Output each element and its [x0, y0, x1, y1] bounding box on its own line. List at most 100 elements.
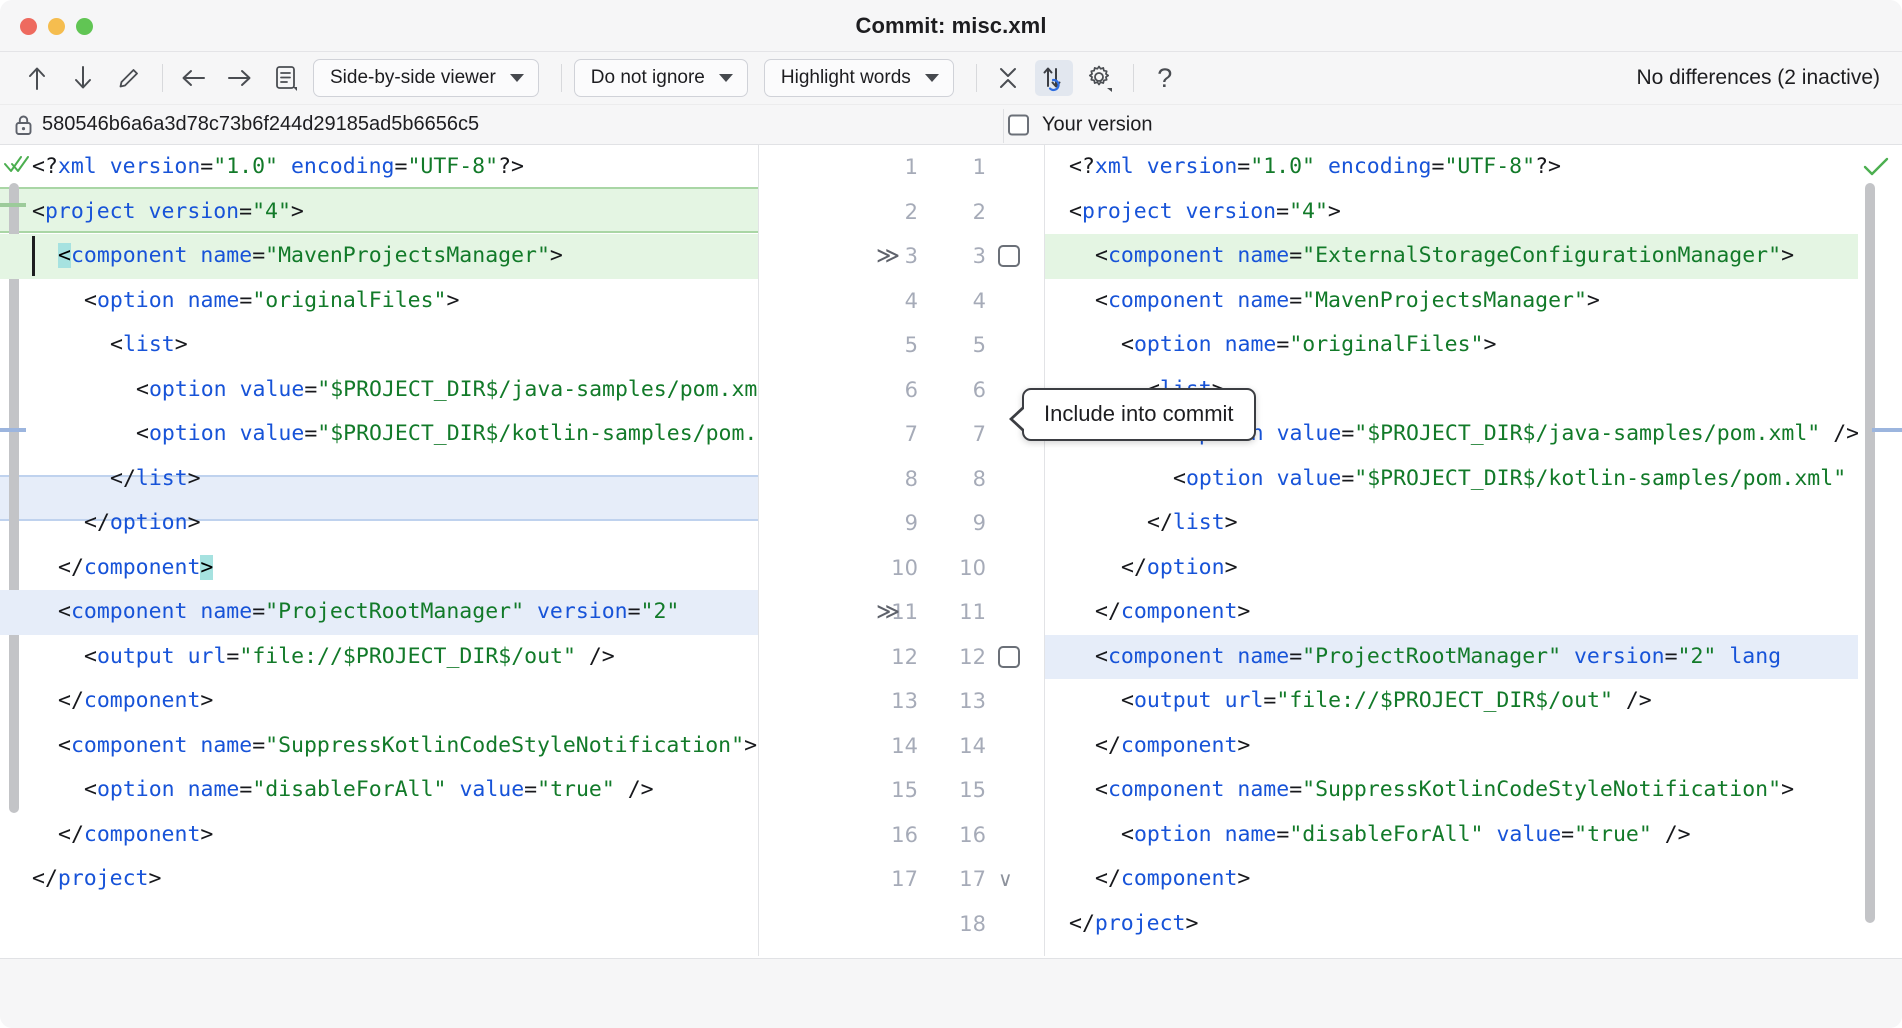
- edit-icon[interactable]: [110, 60, 148, 96]
- code-line[interactable]: </list>: [1045, 501, 1858, 546]
- gear-icon[interactable]: [1081, 60, 1119, 96]
- code-line[interactable]: </list>: [0, 457, 758, 502]
- code-line[interactable]: <option value="$PROJECT_DIR$/kotlin-samp…: [1045, 457, 1858, 502]
- minimize-button-icon[interactable]: [48, 18, 65, 35]
- left-code-pane[interactable]: <?xml version="1.0" encoding="UTF-8"?><p…: [0, 145, 758, 956]
- code-token: =: [1289, 644, 1302, 669]
- code-token: >: [200, 688, 213, 713]
- collapse-chevron-icon[interactable]: ∨: [998, 857, 1013, 902]
- viewer-mode-dropdown[interactable]: Side-by-side viewer: [313, 59, 539, 97]
- collapse-unchanged-icon[interactable]: [989, 60, 1027, 96]
- code-token: [187, 243, 200, 268]
- code-line[interactable]: <project version="4">: [0, 190, 758, 235]
- code-line[interactable]: <output url="file://$PROJECT_DIR$/out" /…: [0, 635, 758, 680]
- gutter-row: 44: [758, 279, 1045, 324]
- code-token: value: [1277, 421, 1342, 446]
- synchronize-scrolling-icon[interactable]: [1035, 60, 1073, 96]
- apply-change-chevron-icon[interactable]: ≫: [876, 234, 900, 279]
- code-token: [1134, 154, 1147, 179]
- code-line[interactable]: <component name="ExternalStorageConfigur…: [1045, 234, 1858, 279]
- highlight-mode-dropdown[interactable]: Highlight words: [764, 59, 954, 97]
- code-token: />: [1846, 466, 1858, 491]
- code-line[interactable]: <component name="MavenProjectsManager">: [0, 234, 758, 279]
- code-token: >: [188, 466, 201, 491]
- code-line[interactable]: <option name="disableForAll" value="true…: [1045, 813, 1858, 858]
- code-line[interactable]: <list>: [0, 323, 758, 368]
- left-line-number: 13: [758, 679, 918, 724]
- code-token: "true": [537, 777, 615, 802]
- ignore-whitespace-label: Do not ignore: [591, 67, 705, 89]
- code-line[interactable]: <component name="MavenProjectsManager">: [1045, 279, 1858, 324]
- include-into-commit-checkbox[interactable]: [998, 245, 1020, 267]
- gutter-row: 1717∨: [758, 857, 1045, 902]
- your-version-checkbox[interactable]: [1008, 114, 1029, 135]
- include-into-commit-checkbox[interactable]: [998, 646, 1020, 668]
- code-line[interactable]: <option value="$PROJECT_DIR$/java-sample…: [0, 368, 758, 413]
- code-token: component: [1108, 644, 1225, 669]
- code-line[interactable]: </component>: [0, 679, 758, 724]
- code-line[interactable]: <component name="ProjectRootManager" ver…: [1045, 635, 1858, 680]
- code-line[interactable]: </component>: [0, 813, 758, 858]
- code-token: [175, 644, 188, 669]
- code-line[interactable]: </project>: [0, 857, 758, 902]
- right-code-pane[interactable]: <?xml version="1.0" encoding="UTF-8"?><p…: [1045, 145, 1858, 956]
- code-token: name: [1237, 243, 1289, 268]
- previous-difference-icon[interactable]: [18, 60, 56, 96]
- code-token: />: [576, 644, 615, 669]
- gutter-row: 77: [758, 412, 1045, 457]
- title-bar: Commit: misc.xml: [0, 0, 1902, 52]
- code-token: =: [252, 733, 265, 758]
- right-line-number: 6: [926, 368, 986, 413]
- code-line[interactable]: <option name="disableForAll" value="true…: [0, 768, 758, 813]
- code-line[interactable]: </project>: [1045, 902, 1858, 947]
- code-line[interactable]: <component name="SuppressKotlinCodeStyle…: [1045, 768, 1858, 813]
- previous-file-icon[interactable]: [175, 60, 213, 96]
- code-token: =: [395, 154, 408, 179]
- code-token: "SuppressKotlinCodeStyleNotification": [265, 733, 744, 758]
- code-token: component: [1121, 733, 1238, 758]
- close-button-icon[interactable]: [20, 18, 37, 35]
- code-token: >: [291, 199, 304, 224]
- code-token: url: [188, 644, 227, 669]
- zoom-button-icon[interactable]: [76, 18, 93, 35]
- code-token: >: [1781, 243, 1794, 268]
- code-token: [1224, 644, 1237, 669]
- code-token: [1264, 421, 1277, 446]
- right-line-number: 7: [926, 412, 986, 457]
- code-token: "SuppressKotlinCodeStyleNotification": [1302, 777, 1781, 802]
- code-token: >: [1237, 733, 1250, 758]
- code-line[interactable]: <?xml version="1.0" encoding="UTF-8"?>: [0, 145, 758, 190]
- help-icon[interactable]: ?: [1146, 60, 1184, 96]
- code-line[interactable]: </component>: [1045, 724, 1858, 769]
- next-difference-icon[interactable]: [64, 60, 102, 96]
- code-line[interactable]: </component>: [0, 546, 758, 591]
- code-token: "$PROJECT_DIR$/kotlin-samples/pom.xml": [317, 421, 758, 446]
- right-line-number: 13: [926, 679, 986, 724]
- code-line[interactable]: <option name="originalFiles">: [1045, 323, 1858, 368]
- next-file-icon[interactable]: [221, 60, 259, 96]
- code-token: =: [1237, 154, 1250, 179]
- code-token: <: [136, 421, 149, 446]
- code-token: output: [97, 644, 175, 669]
- code-line[interactable]: <component name="SuppressKotlinCodeStyle…: [0, 724, 758, 769]
- left-line-number: 6: [758, 368, 918, 413]
- code-token: [187, 733, 200, 758]
- code-line[interactable]: <option name="originalFiles">: [0, 279, 758, 324]
- right-scrollbar[interactable]: [1865, 183, 1875, 923]
- code-line[interactable]: <output url="file://$PROJECT_DIR$/out" /…: [1045, 679, 1858, 724]
- code-line[interactable]: <option value="$PROJECT_DIR$/kotlin-samp…: [0, 412, 758, 457]
- ignore-whitespace-dropdown[interactable]: Do not ignore: [574, 59, 748, 97]
- code-line[interactable]: <component name="ProjectRootManager" ver…: [0, 590, 758, 635]
- code-line[interactable]: <project version="4">: [1045, 190, 1858, 235]
- code-token: </: [1121, 555, 1147, 580]
- code-line[interactable]: </option>: [0, 501, 758, 546]
- code-line[interactable]: </component>: [1045, 590, 1858, 635]
- code-line[interactable]: </option>: [1045, 546, 1858, 591]
- apply-change-chevron-icon[interactable]: ≫: [876, 590, 900, 635]
- code-token: </: [1095, 599, 1121, 624]
- code-token: <: [1095, 243, 1108, 268]
- file-options-icon[interactable]: [267, 60, 305, 96]
- code-line[interactable]: <?xml version="1.0" encoding="UTF-8"?>: [1045, 145, 1858, 190]
- code-line[interactable]: </component>: [1045, 857, 1858, 902]
- right-line-number: 17: [926, 857, 986, 902]
